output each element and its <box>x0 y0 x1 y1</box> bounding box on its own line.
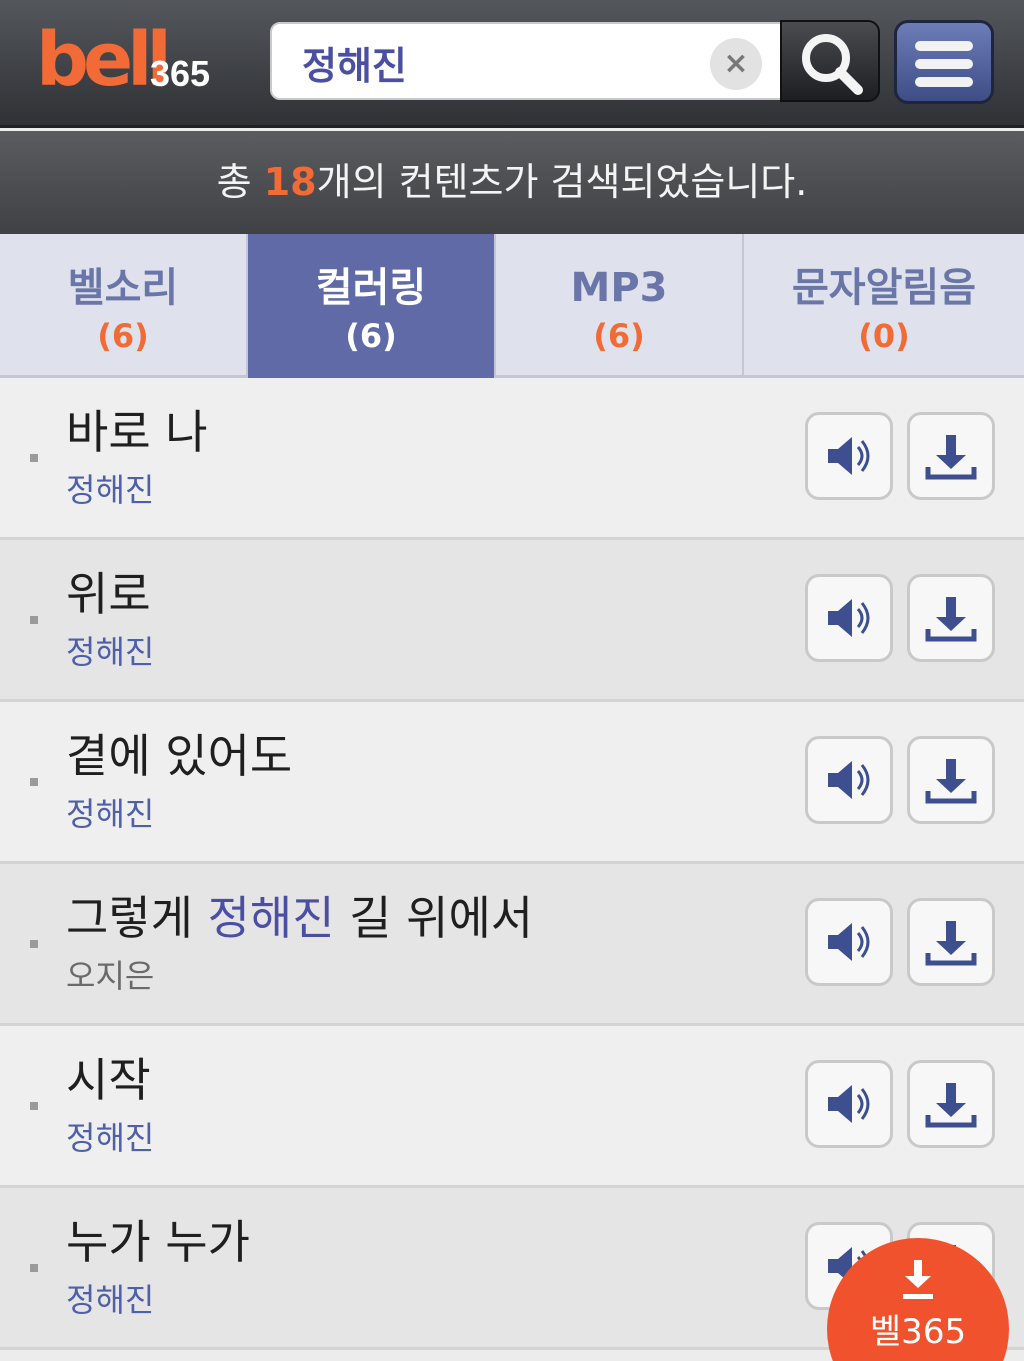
list-item[interactable]: 바로 나 정해진 <box>0 378 1024 540</box>
list-item[interactable]: 위로 정해진 <box>0 540 1024 702</box>
song-title[interactable]: 바로 나 <box>66 404 208 460</box>
clear-search-button[interactable]: × <box>710 38 762 90</box>
download-button[interactable] <box>907 574 995 662</box>
song-title[interactable]: 곁에 있어도 <box>66 728 292 784</box>
tab-label: 문자알림음 <box>792 265 976 311</box>
tab-text-alert[interactable]: 문자알림음 (0) <box>744 234 1024 378</box>
download-button[interactable] <box>907 412 995 500</box>
logo-number: 365 <box>150 53 211 94</box>
search-highlight: 정해진 <box>207 891 335 945</box>
artist-name: 정해진 <box>66 1119 155 1157</box>
bell365-logo[interactable]: bell 365 <box>36 18 236 102</box>
category-tabs: 벨소리 (6) 컬러링 (6) MP3 (6) 문자알림음 (0) <box>0 234 1024 378</box>
bullet <box>30 454 38 462</box>
app-header: bell 365 × <box>0 0 1024 128</box>
preview-play-button[interactable] <box>805 898 893 986</box>
speaker-icon <box>828 1085 870 1123</box>
song-title[interactable]: 시작 <box>66 1052 151 1108</box>
tab-count: (0) <box>858 317 910 355</box>
song-title[interactable]: 누가 누가 <box>66 1214 250 1270</box>
tab-coloring[interactable]: 컬러링 (6) <box>248 234 496 378</box>
speaker-icon <box>828 923 870 961</box>
download-icon <box>925 921 977 966</box>
close-icon: × <box>723 46 749 81</box>
speaker-icon <box>828 437 870 475</box>
preview-play-button[interactable] <box>805 574 893 662</box>
bullet <box>30 1264 38 1272</box>
download-button[interactable] <box>907 736 995 824</box>
tab-mp3[interactable]: MP3 (6) <box>496 234 744 378</box>
search-button[interactable] <box>780 20 880 102</box>
list-item[interactable]: 시작 정해진 <box>0 1026 1024 1188</box>
artist-name: 오지은 <box>66 957 155 995</box>
download-icon <box>925 759 977 804</box>
song-title[interactable]: 위로 <box>66 566 151 622</box>
search-result-summary: 총 18개의 컨텐츠가 검색되었습니다. <box>0 131 1024 234</box>
tab-label: 벨소리 <box>67 265 179 311</box>
bullet <box>30 778 38 786</box>
download-icon <box>925 597 977 642</box>
tab-ringtone[interactable]: 벨소리 (6) <box>0 234 248 378</box>
result-list: 바로 나 정해진 위로 정해진 곁에 있어도 정해진 그렇게 정해진 길 위에서… <box>0 378 1024 1350</box>
tab-count: (6) <box>593 317 645 355</box>
artist-name: 정해진 <box>66 795 155 833</box>
list-item[interactable]: 그렇게 정해진 길 위에서 오지은 <box>0 864 1024 1026</box>
tab-count: (6) <box>97 317 149 355</box>
download-button[interactable] <box>907 898 995 986</box>
badge-label: 벨365 <box>869 1312 967 1352</box>
tab-label: 컬러링 <box>315 265 427 311</box>
speaker-icon <box>828 761 870 799</box>
speaker-icon <box>828 599 870 637</box>
download-button[interactable] <box>907 1060 995 1148</box>
tab-label: MP3 <box>570 265 668 311</box>
list-item[interactable]: 곁에 있어도 정해진 <box>0 702 1024 864</box>
download-icon <box>925 1083 977 1128</box>
bullet <box>30 616 38 624</box>
artist-name: 정해진 <box>66 471 155 509</box>
bullet <box>30 1102 38 1110</box>
artist-name: 정해진 <box>66 633 155 671</box>
artist-name: 정해진 <box>66 1281 155 1319</box>
search-box: × <box>270 22 790 100</box>
search-icon <box>802 34 863 95</box>
download-icon <box>925 435 977 480</box>
summary-prefix: 총 <box>216 160 264 204</box>
result-count: 18 <box>263 160 317 204</box>
preview-play-button[interactable] <box>805 1060 893 1148</box>
tab-count: (6) <box>345 317 397 355</box>
menu-button[interactable] <box>894 20 994 104</box>
bullet <box>30 940 38 948</box>
summary-suffix: 개의 컨텐츠가 검색되었습니다. <box>316 160 808 204</box>
logo-wordmark: bell <box>36 17 172 103</box>
preview-play-button[interactable] <box>805 736 893 824</box>
search-input[interactable] <box>302 36 692 88</box>
download-icon <box>903 1260 933 1299</box>
preview-play-button[interactable] <box>805 412 893 500</box>
song-title[interactable]: 그렇게 정해진 길 위에서 <box>66 890 533 946</box>
